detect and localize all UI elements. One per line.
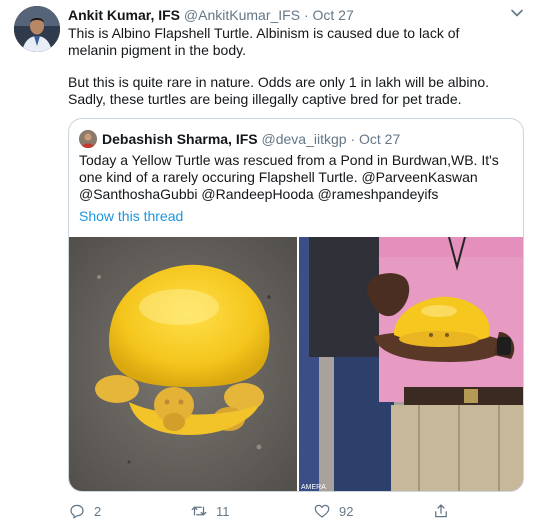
reply-button[interactable]: 2 (68, 500, 101, 522)
retweet-icon (191, 506, 207, 516)
chevron-down-icon[interactable] (510, 6, 524, 20)
retweet-button[interactable]: 11 (190, 500, 230, 522)
author-handle[interactable]: @AnkitKumar_IFS (184, 7, 300, 23)
reply-icon (70, 504, 84, 519)
quoted-author-name[interactable]: Debashish Sharma, IFS (102, 131, 258, 147)
share-icon (435, 504, 447, 518)
quoted-header: Debashish Sharma, IFS @deva_iitkgp · Oct… (102, 130, 400, 148)
tweet: Ankit Kumar, IFS @AnkitKumar_IFS · Oct 2… (0, 0, 536, 526)
tweet-paragraph-1: This is Albino Flapshell Turtle. Albinis… (68, 25, 460, 58)
photo-watermark: AMERA (301, 484, 326, 491)
tweet-body: This is Albino Flapshell Turtle. Albinis… (68, 25, 508, 107)
author-avatar[interactable] (14, 6, 60, 52)
quoted-date[interactable]: Oct 27 (359, 131, 400, 147)
header-separator: · (303, 7, 309, 23)
tweet-actions: 2 11 92 (68, 500, 498, 522)
author-name[interactable]: Ankit Kumar, IFS (68, 7, 180, 23)
quoted-text: Today a Yellow Turtle was rescued from a… (79, 152, 499, 202)
quoted-author-avatar (79, 130, 97, 148)
quoted-tweet[interactable]: Debashish Sharma, IFS @deva_iitkgp · Oct… (68, 118, 524, 492)
like-icon (314, 504, 330, 518)
show-thread-link[interactable]: Show this thread (79, 207, 183, 225)
like-button[interactable]: 92 (313, 500, 353, 522)
tweet-paragraph-2: But this is quite rare in nature. Odds a… (68, 74, 490, 107)
tweet-date[interactable]: Oct 27 (313, 7, 354, 23)
retweet-count: 11 (216, 503, 230, 519)
share-button[interactable] (432, 500, 458, 522)
quoted-separator: · (350, 131, 356, 147)
quoted-author-handle[interactable]: @deva_iitkgp (262, 131, 347, 147)
tweet-header: Ankit Kumar, IFS @AnkitKumar_IFS · Oct 2… (68, 6, 354, 24)
like-count: 92 (339, 503, 354, 519)
turtle-photo-right[interactable]: AMERA (299, 237, 523, 491)
turtle-photo-left[interactable] (69, 237, 297, 491)
reply-count: 2 (94, 503, 102, 519)
